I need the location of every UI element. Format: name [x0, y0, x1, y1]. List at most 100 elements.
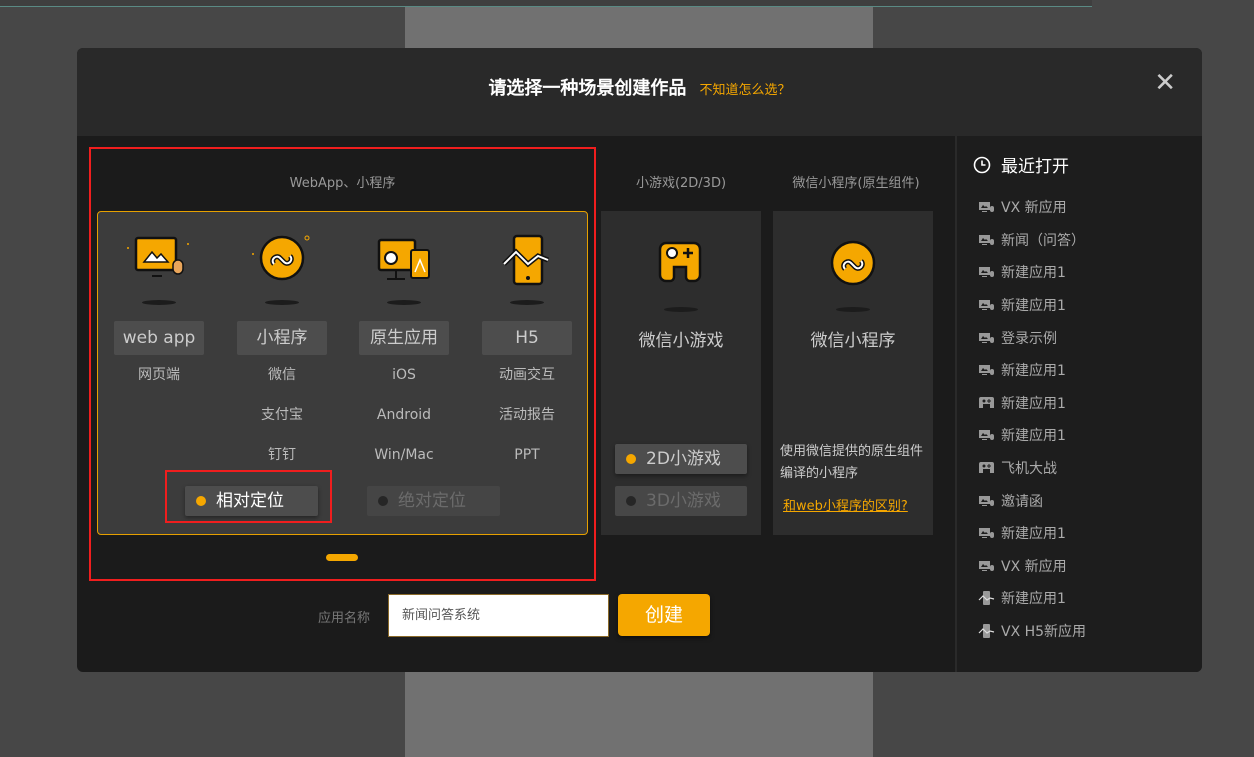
- recent-item[interactable]: 新闻（问答）: [978, 224, 1086, 257]
- platform-label: 微信: [268, 367, 296, 383]
- recent-list: VX 新应用 新闻（问答） 新建应用1 新建应用1 登录示例 新建应用1 新建应用1 新建应用…: [978, 191, 1086, 647]
- native-section-title: 微信小程序(原生组件): [792, 176, 920, 191]
- platform-label: PPT: [514, 447, 540, 463]
- help-link[interactable]: 不知道怎么选？: [700, 83, 791, 98]
- platform-label: 活动报告: [499, 407, 555, 423]
- platform-label: 动画交互: [499, 367, 555, 383]
- platform-label: iOS: [392, 367, 416, 383]
- webapp-icon: [978, 265, 995, 279]
- radio-label: 绝对定位: [398, 491, 466, 511]
- recent-item[interactable]: 新建应用1: [978, 256, 1086, 289]
- radio-dot: [626, 496, 636, 506]
- webapp-section-title: WebApp、小程序: [289, 176, 396, 191]
- column-mini-program[interactable]: 小程序 微信 支付宝 钉钉: [222, 212, 342, 475]
- webapp-icon: [978, 363, 995, 377]
- recent-item-label: 新建应用1: [1001, 526, 1066, 543]
- recent-item-label: 新建应用1: [1001, 395, 1066, 412]
- radio-dot: [378, 496, 388, 506]
- create-button[interactable]: 创建: [618, 594, 710, 636]
- webapp-icon: [978, 428, 995, 442]
- icon-shadow: [265, 300, 299, 305]
- recent-item-label: 新建应用1: [1001, 363, 1066, 380]
- recent-item[interactable]: 新建应用1: [978, 582, 1086, 615]
- mini-program-icon: [830, 240, 876, 286]
- game-icon: [978, 396, 995, 410]
- game-card[interactable]: 微信小游戏 2D小游戏 3D小游戏: [601, 211, 761, 535]
- tag-webapp: web app: [114, 321, 204, 355]
- recent-item[interactable]: 新建应用1: [978, 387, 1086, 420]
- column-native-app[interactable]: 原生应用 iOS Android Win/Mac: [344, 212, 464, 475]
- close-icon[interactable]: ✕: [1154, 68, 1176, 98]
- recent-header: 最近打开: [973, 152, 1069, 177]
- difference-link[interactable]: 和web小程序的区别?: [783, 495, 908, 514]
- game-icon: [978, 461, 995, 475]
- radio-label: 2D小游戏: [646, 449, 721, 469]
- native-mini-program-card[interactable]: 微信小程序 使用微信提供的原生组件编译的小程序 和web小程序的区别?: [773, 211, 933, 535]
- highlight-box: [165, 470, 332, 523]
- game-3d-radio[interactable]: 3D小游戏: [615, 486, 747, 516]
- recent-item[interactable]: VX 新应用: [978, 191, 1086, 224]
- tag-mini-program: 小程序: [237, 321, 327, 355]
- recent-item-label: 新建应用1: [1001, 298, 1066, 315]
- gamepad-icon: [658, 241, 702, 283]
- tag-native-app: 原生应用: [359, 321, 449, 355]
- icon-shadow: [510, 300, 544, 305]
- icon-shadow: [387, 300, 421, 305]
- clock-icon: [973, 156, 991, 173]
- column-h5[interactable]: H5 动画交互 活动报告 PPT: [467, 212, 587, 475]
- webapp-icon: [978, 494, 995, 508]
- recent-item-label: VX 新应用: [1001, 558, 1067, 575]
- app-name-input[interactable]: 新闻问答系统: [388, 594, 609, 637]
- recent-item[interactable]: 新建应用1: [978, 289, 1086, 322]
- radio-dot: [626, 454, 636, 464]
- recent-item[interactable]: 登录示例: [978, 321, 1086, 354]
- recent-item[interactable]: 新建应用1: [978, 517, 1086, 550]
- platform-label: 网页端: [138, 367, 180, 383]
- phone-chart-icon: [502, 234, 549, 286]
- game-section-title: 小游戏(2D/3D): [635, 176, 727, 191]
- desktop-app-icon: [377, 238, 430, 280]
- recent-item-label: 新建应用1: [1001, 428, 1066, 445]
- tag-h5: H5: [482, 321, 572, 355]
- platform-label: Android: [376, 407, 432, 423]
- icon-shadow: [836, 307, 870, 312]
- radio-label: 3D小游戏: [646, 491, 721, 511]
- recent-item-label: 飞机大战: [1001, 461, 1057, 478]
- h5-icon: [978, 624, 995, 639]
- dialog-title: 请选择一种场景创建作品: [488, 78, 687, 99]
- recent-item-label: 新闻（问答）: [1001, 232, 1085, 249]
- recent-title: 最近打开: [1001, 157, 1069, 177]
- recent-item[interactable]: 新建应用1: [978, 419, 1086, 452]
- recent-item[interactable]: VX H5新应用: [978, 615, 1086, 648]
- webapp-icon: [978, 200, 995, 214]
- absolute-layout-radio[interactable]: 绝对定位: [367, 486, 500, 516]
- webapp-icon: [978, 526, 995, 540]
- monitor-mouse-icon: [127, 236, 189, 277]
- game-card-title: 微信小游戏: [638, 331, 724, 351]
- create-dialog: 请选择一种场景创建作品 不知道怎么选？ ✕ WebApp、小程序 web app…: [77, 48, 1202, 672]
- app-name-label: 应用名称: [318, 611, 371, 626]
- game-2d-radio[interactable]: 2D小游戏: [615, 444, 747, 474]
- recent-item[interactable]: 邀请函: [978, 484, 1086, 517]
- pager-indicator[interactable]: [326, 554, 358, 561]
- h5-icon: [978, 591, 995, 606]
- ruler: [0, 0, 1092, 7]
- recent-panel: 最近打开 VX 新应用 新闻（问答） 新建应用1 新建应用1 登录示例 新建应用1 新建应用…: [955, 136, 1202, 672]
- recent-item-label: VX H5新应用: [1001, 624, 1087, 641]
- recent-item-label: 新建应用1: [1001, 591, 1066, 608]
- recent-item[interactable]: VX 新应用: [978, 550, 1086, 583]
- webapp-icon: [978, 559, 995, 573]
- webapp-icon: [978, 298, 995, 312]
- recent-item-label: 邀请函: [1001, 493, 1043, 510]
- webapp-icon: [978, 331, 995, 345]
- platform-label: 支付宝: [261, 407, 303, 423]
- column-webapp[interactable]: web app 网页端: [99, 212, 219, 395]
- native-card-description: 使用微信提供的原生组件编译的小程序: [780, 444, 924, 481]
- recent-item[interactable]: 飞机大战: [978, 452, 1086, 485]
- recent-item-label: VX 新应用: [1001, 200, 1067, 217]
- recent-item[interactable]: 新建应用1: [978, 354, 1086, 387]
- recent-item-label: 登录示例: [1001, 330, 1057, 347]
- mini-program-icon: [252, 235, 310, 281]
- icon-shadow: [664, 307, 698, 312]
- dialog-header: 请选择一种场景创建作品 不知道怎么选？ ✕: [77, 48, 1202, 136]
